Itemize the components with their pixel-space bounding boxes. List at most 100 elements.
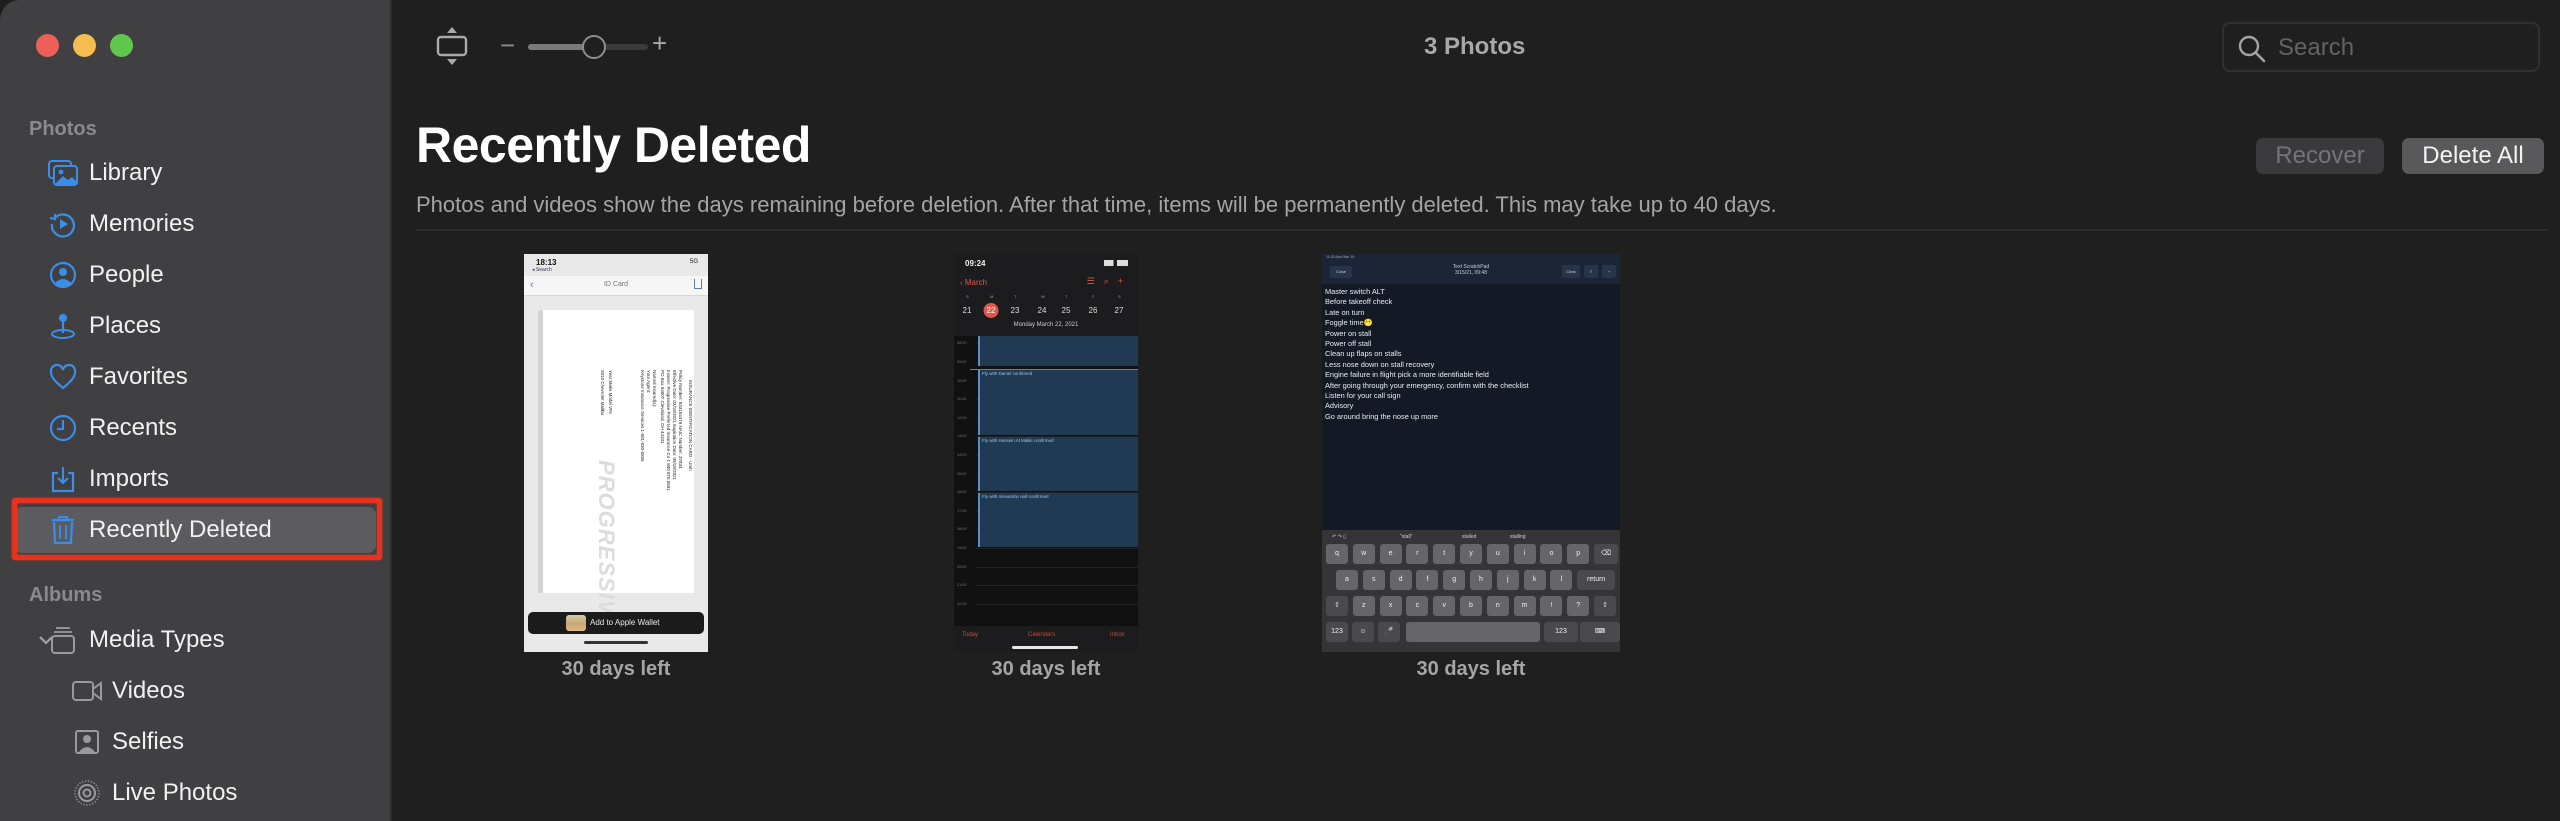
thumb-undo-redo-icons: ↶ ↷ ▯ (1332, 534, 1346, 540)
thumb-day: 26 (1088, 306, 1098, 315)
thumb-key: l (1550, 570, 1573, 590)
thumb-hour-label: 12:00 (957, 415, 967, 420)
thumb-key: z (1352, 596, 1375, 616)
thumb-key: t (1433, 544, 1456, 564)
sidebar-item-videos[interactable]: Videos (14, 668, 376, 714)
thumb-day: 21 (962, 306, 972, 315)
thumb-weekday: W (1041, 294, 1045, 299)
sidebar-item-memories[interactable]: Memories (14, 201, 376, 247)
thumb-key: b (1460, 596, 1482, 616)
sidebar-item-label: Recently Deleted (89, 516, 272, 543)
thumb-home-indicator (584, 641, 648, 644)
zoom-in-button[interactable]: + (652, 28, 667, 59)
thumb-month-label: March (964, 278, 988, 287)
thumb-tab-today: Today (962, 632, 979, 638)
thumb-card-line: Year Make Model VIN (608, 370, 613, 414)
search-field[interactable] (2222, 22, 2540, 72)
thumb-status-back: ◂ Search (532, 267, 552, 273)
thumb-day: 25 (1061, 306, 1071, 315)
sidebar-item-label: Videos (112, 677, 185, 704)
thumb-event-title: Fly with Hussein Al Maliki confirmed (982, 438, 1054, 444)
video-icon (72, 676, 102, 706)
delete-all-button[interactable]: Delete All (2402, 138, 2544, 174)
thumb-subtitle: 3/15/21, 09:48 (1455, 270, 1487, 276)
slider-thumb[interactable] (582, 35, 606, 59)
thumb-hour-line (976, 585, 1138, 587)
thumb-key: 🎤 (1378, 622, 1400, 642)
thumb-day: 23 (1010, 306, 1020, 315)
minimize-window-button[interactable] (73, 34, 96, 57)
photo-thumbnail[interactable]: 11:33 Mon Mar 15 Close Text ScratchPad 3/… (1322, 254, 1620, 652)
people-icon (48, 260, 78, 290)
thumb-key: ⇧ (1326, 596, 1348, 616)
thumb-hour-label: 16:00 (957, 490, 967, 495)
search-icon (2238, 35, 2266, 63)
thumb-hour-label: 10:00 (957, 378, 967, 383)
recover-button[interactable]: Recover (2256, 138, 2384, 174)
aspect-ratio-toggle-icon[interactable] (434, 26, 470, 66)
thumb-key: ? (1567, 596, 1590, 616)
thumb-key: a (1336, 570, 1358, 590)
sidebar-item-imports[interactable]: Imports (14, 456, 376, 502)
photo-grid: 18:13 ◂ Search 5G ‹ ID Card PROGRESSIVE … (394, 254, 2554, 814)
sidebar-item-label: Memories (89, 210, 195, 237)
album-stack-icon (48, 625, 78, 655)
thumb-key: v (1433, 596, 1456, 616)
sidebar-item-places[interactable]: Places (14, 303, 376, 349)
zoom-window-button[interactable] (110, 34, 133, 57)
thumb-suggestion: stalled (1462, 534, 1477, 540)
sidebar-item-label: Live Photos (112, 779, 238, 806)
photo-thumbnail[interactable]: 09:24 ‹ March ☰⌕+ S M T W T F S 21 22 23 24 25 26 27 … (954, 254, 1138, 652)
thumb-key: 123 (1326, 622, 1348, 642)
thumb-nav-title: ID Card (603, 281, 629, 288)
sidebar-item-media-types[interactable]: Media Types (14, 617, 376, 663)
thumb-day: 24 (1037, 306, 1047, 315)
thumb-key: y (1460, 544, 1482, 564)
sidebar-item-selfies[interactable]: Selfies (14, 719, 376, 765)
sidebar-item-recents[interactable]: Recents (14, 405, 376, 451)
search-input[interactable] (2278, 32, 2528, 64)
close-window-button[interactable] (36, 34, 59, 57)
thumb-key: 123 (1544, 622, 1578, 642)
sidebar-item-favorites[interactable]: Favorites (14, 354, 376, 400)
thumb-key: o (1540, 544, 1563, 564)
thumb-hour-label: 18:00 (957, 527, 967, 532)
sidebar-item-recently-deleted[interactable]: Recently Deleted (14, 507, 376, 553)
thumb-hour-label: 15:00 (957, 471, 967, 476)
thumb-card-line: PO Box 94007 Cleveland, OH 44101 (660, 370, 665, 444)
thumb-weekday: S (966, 294, 969, 299)
photos-window: Photos Library Memories People Places Fa… (0, 0, 2560, 821)
sidebar: Photos Library Memories People Places Fa… (0, 0, 392, 821)
sidebar-item-library[interactable]: Library (14, 150, 376, 196)
page-description: Photos and videos show the days remainin… (416, 192, 1777, 217)
thumb-header-icons: ☰⌕+ (1086, 276, 1132, 286)
thumb-clear-button: Clear (1562, 265, 1580, 278)
thumb-key: ⌨ (1580, 622, 1620, 642)
library-icon (48, 158, 78, 188)
thumb-key: x (1379, 596, 1402, 616)
thumb-event (978, 336, 1138, 366)
days-left-caption: 30 days left (561, 658, 671, 680)
thumb-key: q (1326, 544, 1348, 564)
thumb-notes-text: Master switch ALT Before takeoff check L… (1325, 287, 1529, 421)
thumb-key: s (1362, 570, 1385, 590)
thumb-add-icon: + (1602, 265, 1616, 278)
thumb-key: u (1486, 544, 1509, 564)
thumb-back-month: ‹ March (960, 278, 988, 287)
thumb-card-line: 2010 Chevrolet Malibu (600, 370, 605, 416)
memories-icon (48, 209, 78, 239)
thumb-card-logo: PROGRESSIVE (594, 460, 619, 632)
zoom-out-button[interactable]: − (500, 30, 515, 61)
thumbnail-size-slider[interactable] (528, 35, 648, 59)
thumb-hour-label: 21:00 (957, 583, 967, 588)
wallet-icon (566, 615, 586, 631)
thumb-status: 11:33 Mon Mar 15 (1326, 255, 1355, 259)
thumb-day: 27 (1114, 306, 1124, 315)
thumb-hour-line (976, 548, 1138, 550)
sidebar-item-people[interactable]: People (14, 252, 376, 298)
sidebar-item-live-photos[interactable]: Live Photos (14, 770, 376, 816)
photo-thumbnail[interactable]: 18:13 ◂ Search 5G ‹ ID Card PROGRESSIVE … (524, 254, 708, 652)
sidebar-item-label: Recents (89, 414, 178, 441)
divider (416, 229, 2548, 231)
selfie-icon (72, 727, 102, 757)
